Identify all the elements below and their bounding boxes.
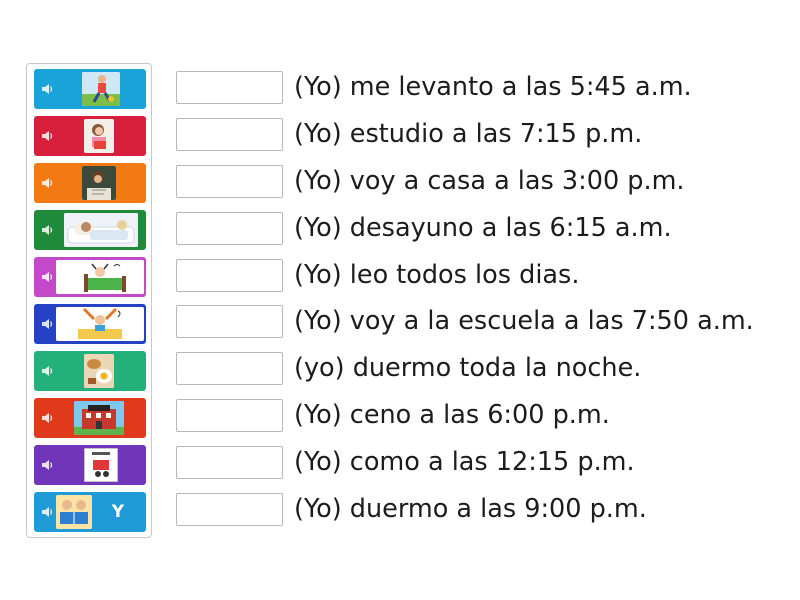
answer-slot-6[interactable] bbox=[176, 305, 283, 338]
speaker-icon[interactable] bbox=[40, 176, 54, 190]
answer-slot-7[interactable] bbox=[176, 352, 283, 385]
answer-tile-8[interactable] bbox=[34, 398, 146, 438]
answer-tile-3[interactable] bbox=[34, 163, 146, 203]
sentence-5: (Yo) leo todos los dias. bbox=[294, 260, 580, 290]
sentence-7: (yo) duermo toda la noche. bbox=[294, 353, 642, 383]
answer-slot-10[interactable] bbox=[176, 493, 283, 526]
breakfast-plate-image bbox=[84, 354, 114, 388]
speaker-icon[interactable] bbox=[40, 364, 54, 378]
student-studying-image bbox=[82, 166, 116, 200]
school-clipart-image bbox=[84, 448, 118, 482]
answer-tile-6[interactable] bbox=[34, 304, 146, 344]
school-building-image bbox=[74, 401, 124, 435]
answer-tile-10[interactable]: Y bbox=[34, 492, 146, 532]
answer-tile-2[interactable] bbox=[34, 116, 146, 156]
answer-slot-1[interactable] bbox=[176, 71, 283, 104]
answer-tile-1[interactable] bbox=[34, 69, 146, 109]
speaker-icon[interactable] bbox=[40, 317, 54, 331]
answer-tile-9[interactable] bbox=[34, 445, 146, 485]
answer-tile-4[interactable] bbox=[34, 210, 146, 250]
sentence-4: (Yo) desayuno a las 6:15 a.m. bbox=[294, 213, 672, 243]
boy-waking-in-bed-image bbox=[56, 260, 144, 294]
speaker-icon[interactable] bbox=[40, 82, 54, 96]
children-reading-image bbox=[56, 495, 92, 529]
speaker-icon[interactable] bbox=[40, 505, 54, 519]
sentence-2: (Yo) estudio a las 7:15 p.m. bbox=[294, 119, 643, 149]
girl-reading-image bbox=[84, 119, 114, 153]
answer-slot-3[interactable] bbox=[176, 165, 283, 198]
sentence-6: (Yo) voy a la escuela a las 7:50 a.m. bbox=[294, 306, 754, 336]
answer-slot-4[interactable] bbox=[176, 212, 283, 245]
answer-slot-5[interactable] bbox=[176, 259, 283, 292]
sentence-8: (Yo) ceno a las 6:00 p.m. bbox=[294, 400, 610, 430]
speaker-icon[interactable] bbox=[40, 223, 54, 237]
child-stretching-image bbox=[56, 307, 144, 341]
speaker-icon[interactable] bbox=[40, 270, 54, 284]
answer-slot-8[interactable] bbox=[176, 399, 283, 432]
answer-slot-9[interactable] bbox=[176, 446, 283, 479]
sentence-3: (Yo) voy a casa a las 3:00 p.m. bbox=[294, 166, 685, 196]
speaker-icon[interactable] bbox=[40, 458, 54, 472]
answer-tile-5[interactable] bbox=[34, 257, 146, 297]
answer-tile-7[interactable] bbox=[34, 351, 146, 391]
sentence-9: (Yo) como a las 12:15 p.m. bbox=[294, 447, 635, 477]
speaker-icon[interactable] bbox=[40, 411, 54, 425]
child-sleeping-image bbox=[64, 213, 138, 247]
answer-slot-2[interactable] bbox=[176, 118, 283, 151]
girl-running-image bbox=[82, 72, 120, 106]
speaker-icon[interactable] bbox=[40, 129, 54, 143]
sentence-10: (Yo) duermo a las 9:00 p.m. bbox=[294, 494, 647, 524]
answer-tile-tray: Y bbox=[26, 63, 152, 538]
sentence-1: (Yo) me levanto a las 5:45 a.m. bbox=[294, 72, 692, 102]
